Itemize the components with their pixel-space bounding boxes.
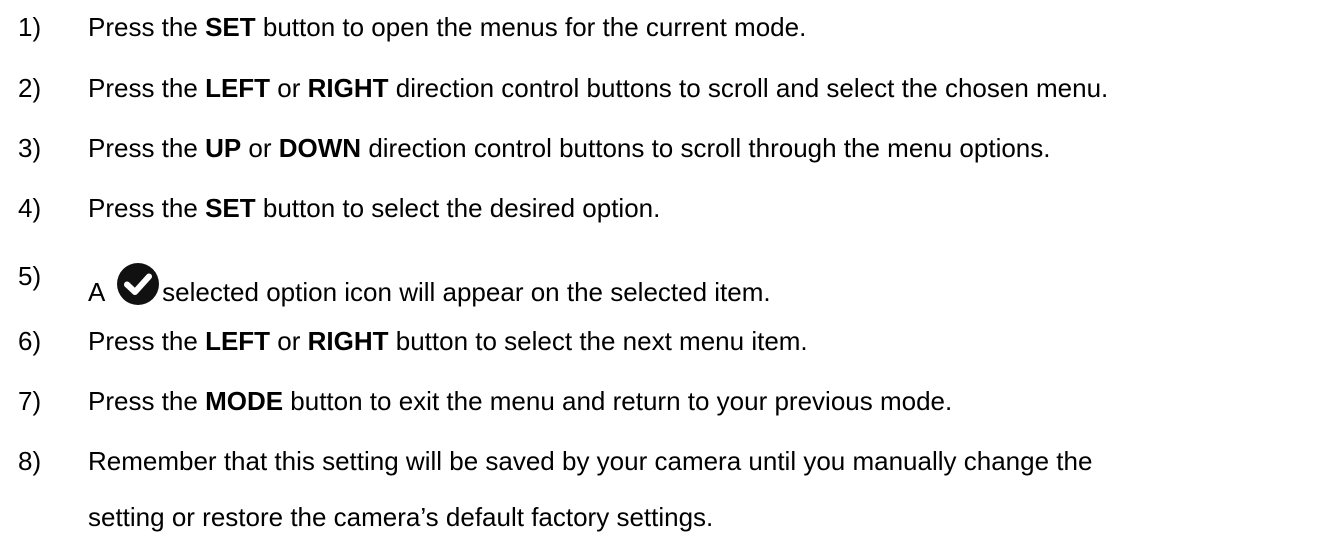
button-name: MODE <box>205 386 284 416</box>
step-text: Press the LEFT or RIGHT direction contro… <box>88 73 1109 103</box>
button-name: SET <box>205 12 256 42</box>
step-number: 8) <box>18 446 42 476</box>
button-name: DOWN <box>278 133 362 163</box>
step-number: 7) <box>18 386 42 416</box>
button-name: LEFT <box>205 326 271 356</box>
step-text: Press the MODE button to exit the menu a… <box>88 386 953 416</box>
step-number: 4) <box>18 193 42 223</box>
step-text: Remember that this setting will be saved… <box>88 446 1093 476</box>
step-8-continuation: setting or restore the camera’s default … <box>88 502 714 532</box>
button-name: UP <box>205 133 242 163</box>
step-number: 1) <box>18 12 42 42</box>
step-text: Press the UP or DOWN direction control b… <box>88 133 1051 163</box>
check-circle-icon <box>115 261 161 307</box>
button-name: RIGHT <box>307 326 389 356</box>
button-name: RIGHT <box>307 73 389 103</box>
step-text: Press the SET button to select the desir… <box>88 193 661 223</box>
step-number: 3) <box>18 133 42 163</box>
step-text: Press the SET button to open the menus f… <box>88 12 807 42</box>
step-number: 5) <box>18 261 42 291</box>
button-name: SET <box>205 193 256 223</box>
step-number: 2) <box>18 73 42 103</box>
step-text: A selected option icon will appear on th… <box>88 261 771 307</box>
step-number: 6) <box>18 326 42 356</box>
button-name: LEFT <box>205 73 271 103</box>
step-text: Press the LEFT or RIGHT button to select… <box>88 326 808 356</box>
